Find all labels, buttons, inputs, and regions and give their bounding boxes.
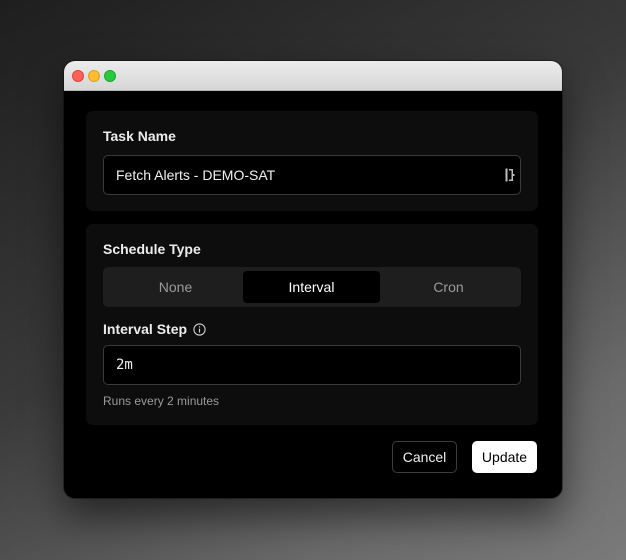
dialog-content: Task Name Fetch Alerts - DEMO-SAT Schedu… xyxy=(64,91,562,498)
schedule-type-segmented-control: None Interval Cron xyxy=(103,267,521,307)
interval-step-label: Interval Step xyxy=(103,321,188,337)
task-name-section: Task Name Fetch Alerts - DEMO-SAT xyxy=(86,111,538,211)
interval-helper-text: Runs every 2 minutes xyxy=(103,394,220,408)
interval-step-value: 2m xyxy=(116,357,133,373)
close-window-button[interactable] xyxy=(72,70,84,82)
interval-step-label-row: Interval Step xyxy=(103,321,206,337)
info-icon[interactable] xyxy=(193,323,206,336)
schedule-option-interval[interactable]: Interval xyxy=(243,271,380,303)
task-dialog-window: Task Name Fetch Alerts - DEMO-SAT Schedu… xyxy=(64,61,562,498)
interval-step-input[interactable]: 2m xyxy=(103,345,521,385)
schedule-section: Schedule Type None Interval Cron Interva… xyxy=(86,224,538,425)
minimize-window-button[interactable] xyxy=(88,70,100,82)
task-name-input[interactable]: Fetch Alerts - DEMO-SAT xyxy=(103,155,521,195)
maximize-window-button[interactable] xyxy=(104,70,116,82)
title-bar[interactable] xyxy=(64,61,562,91)
schedule-option-cron[interactable]: Cron xyxy=(380,271,517,303)
password-manager-icon[interactable] xyxy=(505,168,515,182)
cancel-button[interactable]: Cancel xyxy=(392,441,457,473)
task-name-label: Task Name xyxy=(103,128,176,144)
schedule-option-none[interactable]: None xyxy=(107,271,244,303)
schedule-type-label: Schedule Type xyxy=(103,241,201,257)
update-button[interactable]: Update xyxy=(472,441,537,473)
task-name-value: Fetch Alerts - DEMO-SAT xyxy=(116,167,276,183)
